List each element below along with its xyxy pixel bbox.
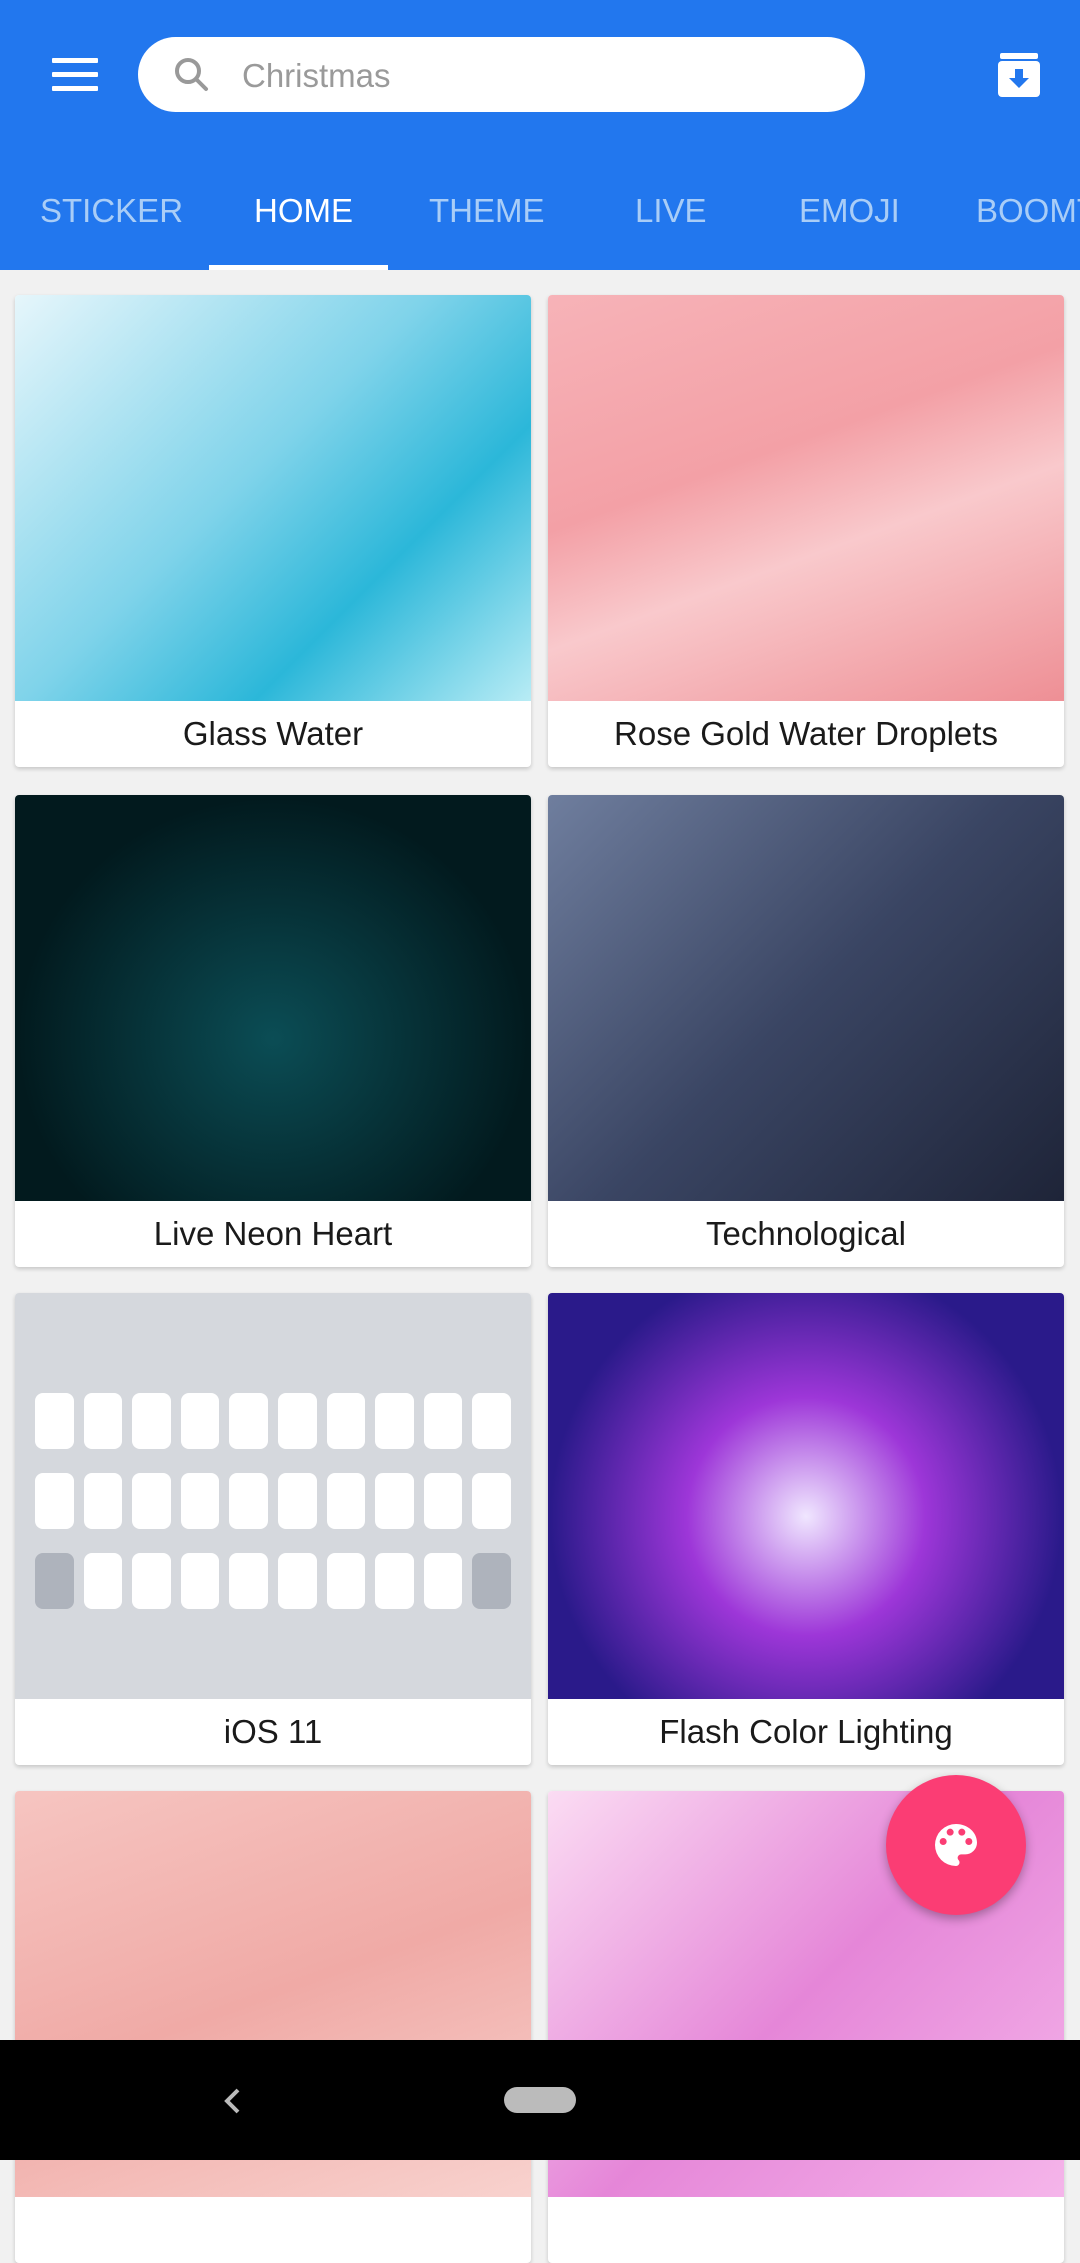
theme-card-rose-gold[interactable]: Rose Gold Water Droplets [548, 295, 1064, 767]
download-box-icon[interactable] [996, 51, 1042, 99]
menu-icon[interactable] [52, 58, 98, 92]
tab-home[interactable]: HOME [254, 192, 353, 230]
theme-preview-image [548, 795, 1064, 1201]
palette-icon [935, 1824, 977, 1866]
theme-card-ios11[interactable]: iOS 11 [15, 1293, 531, 1765]
system-nav-bar [0, 2040, 1080, 2160]
home-pill-icon[interactable] [504, 2087, 576, 2113]
theme-title: Flash Color Lighting [659, 1713, 953, 1750]
search-placeholder: Christmas [242, 57, 391, 94]
category-tabs: STICKER HOME THEME LIVE EMOJI BOOMT [0, 180, 1080, 270]
tab-live[interactable]: LIVE [635, 192, 707, 230]
theme-preview-image [548, 295, 1064, 701]
active-tab-indicator [209, 265, 388, 270]
theme-title: Rose Gold Water Droplets [614, 715, 998, 752]
search-input[interactable]: Christmas [138, 37, 865, 112]
customize-theme-button[interactable] [886, 1775, 1026, 1915]
theme-preview-image [548, 1293, 1064, 1699]
theme-title: Glass Water [182, 715, 364, 752]
tab-theme[interactable]: THEME [429, 192, 545, 230]
theme-title: iOS 11 [223, 1713, 323, 1750]
back-icon[interactable] [222, 2087, 242, 2115]
theme-card-neon-heart[interactable]: Live Neon Heart [15, 795, 531, 1267]
theme-title: Technological [706, 1215, 906, 1252]
tab-boom[interactable]: BOOMT [976, 192, 1080, 230]
theme-card-glass-water[interactable]: Glass Water [15, 295, 531, 767]
theme-preview-image [15, 295, 531, 701]
theme-card-flash-color[interactable]: Flash Color Lighting [548, 1293, 1064, 1765]
app-header: Christmas STICKER HOME THEME LIVE EMOJI … [0, 0, 1080, 270]
theme-card-pink[interactable] [15, 1791, 531, 2263]
tab-sticker[interactable]: STICKER [40, 192, 183, 230]
theme-preview-image [15, 795, 531, 1201]
theme-preview-image [15, 1293, 531, 1699]
theme-title: Live Neon Heart [153, 1215, 393, 1252]
theme-card-technological[interactable]: Technological [548, 795, 1064, 1267]
search-icon [175, 58, 208, 91]
tab-emoji[interactable]: EMOJI [799, 192, 900, 230]
